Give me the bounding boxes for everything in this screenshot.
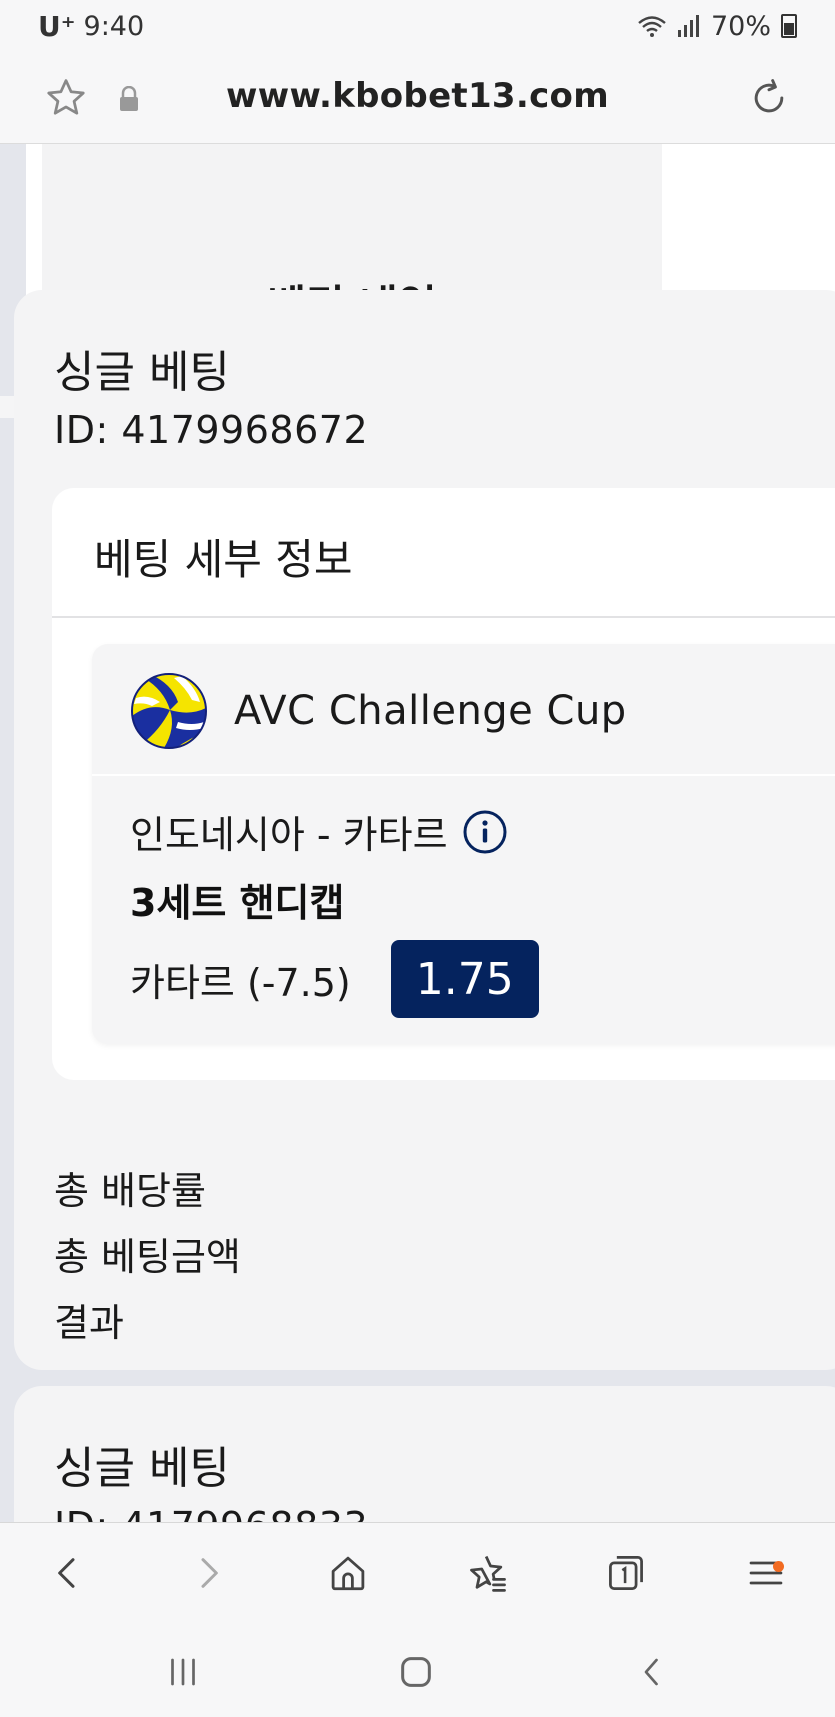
volleyball-icon xyxy=(131,673,207,749)
bet-type-label: 싱글 베팅 xyxy=(54,347,230,398)
bet-detail-title: 베팅 세부 정보 xyxy=(94,535,353,584)
tabs-button[interactable] xyxy=(598,1545,654,1601)
event-box: AVC Challenge Cup 인도네시아 - 카타르 3세트 핸디캡 카타… xyxy=(92,644,835,1044)
bet-id: ID: 4179968833 xyxy=(54,1504,368,1522)
battery-icon xyxy=(781,14,797,38)
carrier-label: U⁺ xyxy=(38,9,76,43)
tabs-icon xyxy=(609,1556,643,1590)
bet-type-label: 싱글 베팅 xyxy=(54,1443,230,1494)
system-home-button[interactable] xyxy=(388,1644,444,1700)
match-name: 인도네시아 - 카타르 xyxy=(130,813,448,857)
result-label: 결과 xyxy=(54,1301,124,1345)
selection-row: 카타르 (-7.5) 1.75 xyxy=(130,940,539,1018)
selection-name: 카타르 (-7.5) xyxy=(130,960,351,1005)
notification-dot xyxy=(773,1561,784,1572)
bet-card: 싱글 베팅 ID: 4179968672 베팅 세부 정보 AVC Challe… xyxy=(14,290,835,1370)
battery-percent: 70% xyxy=(710,10,771,42)
home-button[interactable] xyxy=(320,1545,376,1601)
bookmarks-star-icon xyxy=(470,1555,506,1592)
league-name: AVC Challenge Cup xyxy=(234,688,627,734)
recent-apps-icon xyxy=(171,1658,195,1686)
bet-detail-header[interactable]: 베팅 세부 정보 xyxy=(52,488,835,618)
chevron-left-icon xyxy=(58,1558,75,1588)
bet-detail-panel: 베팅 세부 정보 AVC Challenge Cup 인도네시아 - 카타르 3… xyxy=(52,488,835,1080)
event-header: AVC Challenge Cup xyxy=(92,644,835,776)
browser-toolbar: www.kbobet13.com xyxy=(0,52,835,144)
match-row: 인도네시아 - 카타르 xyxy=(130,804,508,859)
hamburger-menu-icon xyxy=(749,1561,783,1585)
system-home-icon xyxy=(401,1657,431,1687)
url-text[interactable]: www.kbobet13.com xyxy=(0,76,835,116)
bookmarks-button[interactable] xyxy=(460,1545,516,1601)
total-stake-label: 총 베팅금액 xyxy=(54,1235,241,1279)
system-nav-bar xyxy=(0,1622,835,1717)
odds-badge: 1.75 xyxy=(390,940,539,1018)
bet-card: 싱글 베팅 ID: 4179968833 xyxy=(14,1386,835,1522)
page-content: 베팅 내역 싱글 베팅 ID: 4179968672 베팅 세부 정보 xyxy=(0,144,835,1522)
reload-icon[interactable] xyxy=(747,76,791,120)
screen: U⁺ 9:40 70% www.kbobet13.com 베팅 내역 싱글 베팅… xyxy=(0,0,835,1717)
clock: 9:40 xyxy=(83,10,145,42)
chevron-right-icon xyxy=(201,1558,218,1588)
system-back-icon xyxy=(644,1658,658,1686)
back-button[interactable] xyxy=(40,1545,96,1601)
browser-bottom-nav xyxy=(0,1522,835,1622)
home-icon xyxy=(331,1556,365,1591)
bet-id: ID: 4179968672 xyxy=(54,408,369,452)
status-bar: U⁺ 9:40 70% xyxy=(0,0,835,52)
menu-button[interactable] xyxy=(738,1545,794,1601)
market-name: 3세트 핸디캡 xyxy=(130,881,345,925)
signal-icon xyxy=(677,15,699,37)
system-back-button[interactable] xyxy=(624,1644,680,1700)
forward-button[interactable] xyxy=(180,1545,236,1601)
wifi-icon xyxy=(638,16,666,37)
recent-apps-button[interactable] xyxy=(155,1644,211,1700)
info-icon[interactable] xyxy=(462,809,508,855)
total-odds-label: 총 배당률 xyxy=(54,1169,206,1213)
